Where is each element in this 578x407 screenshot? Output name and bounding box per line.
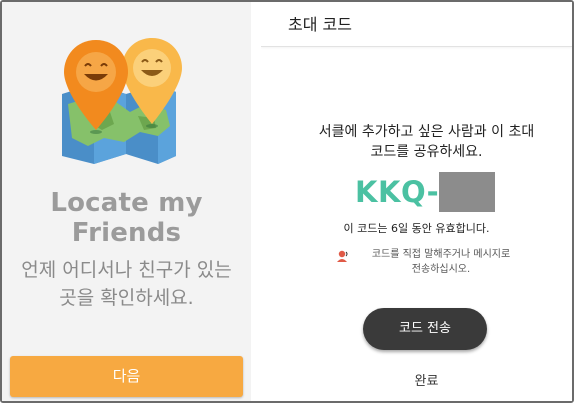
invite-code: KKQ- (355, 172, 515, 212)
subtitle-line-1: 언제 어디서나 친구가 있는 (21, 259, 232, 281)
redacted-code-block (439, 172, 495, 212)
invite-description: 서클에 추가하고 싶은 사람과 이 초대 코드를 공유하세요. (281, 122, 572, 162)
panel-divider (251, 2, 261, 401)
invite-code-panel: 초대 코드 서클에 추가하고 싶은 사람과 이 초대 코드를 공유하세요. KK… (261, 2, 572, 401)
next-button[interactable]: 다음 (10, 356, 243, 397)
onboarding-panel: Locate my Friends 언제 어디서나 친구가 있는 곳을 확인하세… (2, 2, 251, 401)
hint-line-1: 코드를 직접 말해주거나 메시지로 (371, 249, 511, 260)
send-code-button[interactable]: 코드 전송 (363, 308, 487, 350)
share-hint: 코드를 직접 말해주거나 메시지로 전송하십시오. (351, 247, 531, 277)
person-speaking-icon (337, 250, 348, 262)
app-header: 초대 코드 (261, 2, 572, 47)
onboarding-subtitle: 언제 어디서나 친구가 있는 곳을 확인하세요. (12, 256, 241, 312)
page-title: 초대 코드 (288, 15, 352, 34)
code-validity-text: 이 코드는 6일 동안 유효합니다. (343, 222, 490, 235)
description-line-1: 서클에 추가하고 싶은 사람과 이 초대 (318, 124, 535, 140)
invite-code-text: KKQ- (355, 175, 440, 209)
friends-map-logo-icon (62, 38, 182, 164)
description-line-2: 코드를 공유하세요. (370, 144, 483, 160)
hint-line-2: 전송하십시오. (411, 264, 471, 275)
done-link[interactable]: 완료 (261, 370, 572, 389)
app-title: Locate my Friends (50, 188, 203, 248)
subtitle-line-2: 곳을 확인하세요. (59, 287, 194, 309)
